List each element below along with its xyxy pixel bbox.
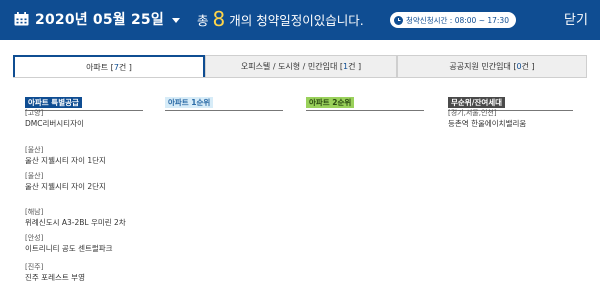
item-name[interactable]: DMC리버시티자이 bbox=[25, 118, 84, 129]
summary-prefix: 총 bbox=[197, 12, 209, 28]
column-rule bbox=[165, 110, 283, 111]
item-name[interactable]: 울산 지웰시티 자이 2단지 bbox=[25, 181, 106, 192]
tab-unit: 건 ] bbox=[521, 62, 535, 71]
column-title: 아파트 특별공급 bbox=[25, 97, 82, 108]
tab-label: 공공지원 민간임대 [ bbox=[449, 62, 517, 71]
application-time-badge: 청약신청시간 : 08:00 ~ 17:30 bbox=[390, 12, 516, 28]
close-button[interactable]: 닫기 bbox=[564, 9, 588, 28]
column-title: 아파트 1순위 bbox=[165, 97, 214, 108]
category-tabs: 아파트 [ 7건 ] 오피스텔 / 도시형 / 민간임대 [ 1건 ] 공공지원… bbox=[13, 55, 587, 78]
tab-divider bbox=[13, 77, 587, 78]
item-name[interactable]: 울산 지웰시티 자이 1단지 bbox=[25, 155, 106, 166]
item-region: [경기,서울,인천] bbox=[448, 109, 497, 117]
date-selector[interactable]: 2020년 05월 25일 bbox=[14, 9, 180, 29]
tab-apartment[interactable]: 아파트 [ 7건 ] bbox=[13, 55, 205, 78]
calendar-icon bbox=[14, 12, 29, 26]
top-header-bar: 2020년 05월 25일 총 8 개의 청약일정이있습니다. 청약신청시간 :… bbox=[0, 0, 600, 40]
column-remaining-units: 무순위/잔여세대 [경기,서울,인천] 등촌역 한울에이치밸리움 bbox=[448, 90, 573, 150]
column-title: 아파트 2순위 bbox=[306, 97, 355, 108]
caret-down-icon bbox=[171, 17, 180, 23]
selected-date: 2020년 05월 25일 bbox=[35, 12, 164, 28]
item-region: [안성] bbox=[25, 234, 44, 242]
list-item[interactable]: [안성] 이트리니티 공도 센트럴파크 bbox=[25, 234, 113, 254]
column-special-supply: 아파트 특별공급 [고양] DMC리버시티자이 [울산] 울산 지웰시티 자이 … bbox=[25, 90, 143, 287]
column-rule bbox=[306, 110, 424, 111]
tab-public-rental[interactable]: 공공지원 민간임대 [ 0건 ] bbox=[397, 55, 587, 78]
column-rank-2: 아파트 2순위 bbox=[306, 90, 424, 111]
list-item[interactable]: [울산] 울산 지웰시티 자이 2단지 bbox=[25, 172, 106, 192]
application-time-text: 청약신청시간 : 08:00 ~ 17:30 bbox=[406, 15, 509, 25]
item-name[interactable]: 위례신도시 A3-2BL 우미린 2차 bbox=[25, 217, 126, 228]
list-item[interactable]: [진주] 진주 포레스트 부영 bbox=[25, 263, 85, 283]
schedule-count: 8 bbox=[212, 7, 226, 31]
item-region: [해남] bbox=[25, 208, 44, 216]
item-region: [고양] bbox=[25, 109, 44, 117]
schedule-summary: 총 8 개의 청약일정이있습니다. bbox=[197, 8, 364, 30]
list-item[interactable]: [경기,서울,인천] 등촌역 한울에이치밸리움 bbox=[448, 109, 526, 129]
clock-icon bbox=[394, 15, 403, 25]
item-region: [울산] bbox=[25, 146, 44, 154]
list-item[interactable]: [고양] DMC리버시티자이 bbox=[25, 109, 84, 129]
tab-unit: 건 ] bbox=[348, 62, 362, 71]
item-name[interactable]: 등촌역 한울에이치밸리움 bbox=[448, 118, 526, 129]
tab-officetel[interactable]: 오피스텔 / 도시형 / 민간임대 [ 1건 ] bbox=[205, 55, 397, 78]
list-item[interactable]: [해남] 위례신도시 A3-2BL 우미린 2차 bbox=[25, 208, 126, 228]
column-title: 무순위/잔여세대 bbox=[448, 97, 506, 108]
tab-label: 오피스텔 / 도시형 / 민간임대 [ bbox=[240, 62, 344, 71]
summary-suffix: 개의 청약일정이있습니다. bbox=[229, 12, 364, 28]
item-region: [진주] bbox=[25, 263, 44, 271]
tab-unit: 건 ] bbox=[118, 63, 132, 72]
item-region: [울산] bbox=[25, 172, 44, 180]
item-name[interactable]: 이트리니티 공도 센트럴파크 bbox=[25, 243, 113, 254]
tab-label: 아파트 [ bbox=[86, 63, 114, 72]
item-name[interactable]: 진주 포레스트 부영 bbox=[25, 272, 85, 283]
column-rank-1: 아파트 1순위 bbox=[165, 90, 283, 111]
list-item[interactable]: [울산] 울산 지웰시티 자이 1단지 bbox=[25, 146, 106, 166]
